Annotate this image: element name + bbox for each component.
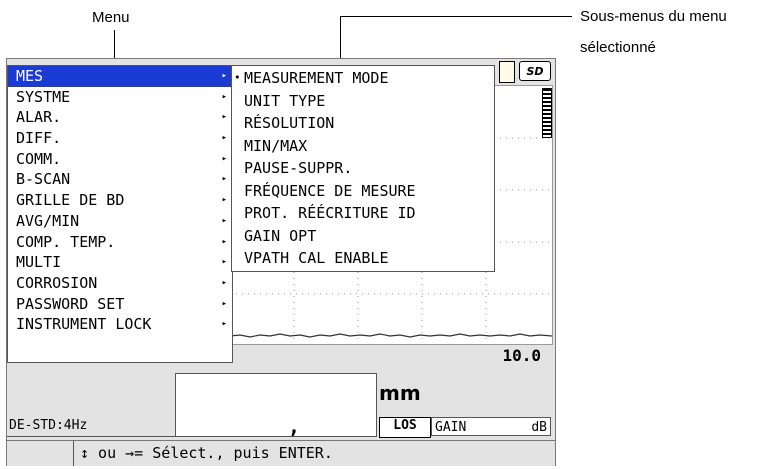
- chevron-right-icon: ▸: [221, 174, 227, 185]
- menu-item-label: SYSTME: [16, 87, 71, 106]
- sd-card-icon: SD: [519, 61, 551, 81]
- probe-label: DE-STD:4Hz: [9, 418, 88, 433]
- battery-icon: [542, 88, 552, 138]
- chevron-right-icon: ▸: [221, 71, 227, 81]
- menu-callout-line-v1: [114, 30, 115, 54]
- menu-item-avg-min[interactable]: AVG/MIN ▸: [8, 211, 232, 232]
- chevron-right-icon: ▸: [221, 277, 227, 288]
- status-icons: SD: [499, 61, 551, 83]
- menu-item-label: ALAR.: [16, 108, 62, 127]
- status-indicator: [499, 61, 515, 83]
- menu-item-instrument-lock[interactable]: INSTRUMENT LOCK ▸: [8, 314, 232, 335]
- menu-item-systme[interactable]: SYSTME ▸: [8, 87, 232, 108]
- submenu-callout-line-v: [340, 16, 341, 64]
- submenu-item-pause-suppr[interactable]: PAUSE-SUPPR.: [232, 157, 494, 180]
- menu-item-b-scan[interactable]: B-SCAN ▸: [8, 169, 232, 190]
- help-bar: ↕ ou →= Sélect., puis ENTER.: [7, 440, 555, 466]
- sub-menu: • MEASUREMENT MODE UNIT TYPE RÉSOLUTION M…: [231, 65, 495, 272]
- chevron-right-icon: ▸: [221, 319, 227, 330]
- chevron-right-icon: ▸: [221, 91, 227, 102]
- menu-item-label: GRILLE DE BD: [16, 191, 125, 210]
- range-value: 10.0: [502, 346, 541, 365]
- submenu-item-label: GAIN OPT: [244, 226, 317, 245]
- chevron-right-icon: ▸: [221, 236, 227, 247]
- menu-item-multi[interactable]: MULTI ▸: [8, 252, 232, 273]
- menu-item-label: COMP. TEMP.: [16, 232, 116, 251]
- chevron-right-icon: ▸: [221, 257, 227, 268]
- menu-item-mes[interactable]: MES ▸: [8, 66, 232, 87]
- submenu-item-vpath-cal-enable[interactable]: VPATH CAL ENABLE: [232, 247, 494, 270]
- submenu-item-frequence-de-mesure[interactable]: FRÉQUENCE DE MESURE: [232, 180, 494, 203]
- chevron-right-icon: ▸: [221, 195, 227, 206]
- menu-item-grille-de-bd[interactable]: GRILLE DE BD ▸: [8, 190, 232, 211]
- submenu-callout-label-1: Sous-menus du menu: [580, 8, 727, 25]
- submenu-item-label: VPATH CAL ENABLE: [244, 249, 389, 267]
- submenu-item-label: RÉSOLUTION: [244, 114, 335, 132]
- unit-label: mm: [379, 381, 421, 405]
- menu-item-diff[interactable]: DIFF. ▸: [8, 128, 232, 149]
- menu-item-label: B-SCAN: [16, 170, 71, 189]
- submenu-item-label: MEASUREMENT MODE: [244, 69, 389, 87]
- submenu-item-gain-opt[interactable]: GAIN OPT: [232, 225, 494, 248]
- menu-item-label: CORROSION: [16, 273, 98, 292]
- menu-item-corrosion[interactable]: CORROSION ▸: [8, 273, 232, 294]
- menu-item-label: COMM.: [16, 149, 62, 168]
- menu-item-comp-temp[interactable]: COMP. TEMP. ▸: [8, 232, 232, 253]
- submenu-item-label: FRÉQUENCE DE MESURE: [244, 181, 416, 200]
- chevron-right-icon: ▸: [221, 112, 227, 123]
- submenu-item-resolution[interactable]: RÉSOLUTION: [232, 112, 494, 135]
- menu-item-label: AVG/MIN: [16, 211, 80, 230]
- menu-item-comm[interactable]: COMM. ▸: [8, 149, 232, 170]
- help-text: ↕ ou →= Sélect., puis ENTER.: [73, 441, 333, 466]
- menu-item-label: MULTI: [16, 253, 62, 272]
- gain-field: GAIN dB: [431, 417, 551, 436]
- chevron-right-icon: ▸: [221, 298, 227, 309]
- menu-item-label: MES: [16, 67, 44, 85]
- instrument-screen: SD 10.0 MES ▸ SYSTME ▸ ALAR. ▸ DIFF. ▸ COMM.…: [6, 58, 556, 466]
- submenu-callout-label-2: sélectionné: [580, 39, 656, 56]
- menu-item-label: PASSWORD SET: [16, 294, 125, 313]
- current-bullet-icon: •: [234, 71, 241, 84]
- status-bar: DE-STD:4Hz LOS GAIN dB: [7, 416, 555, 438]
- chevron-right-icon: ▸: [221, 215, 227, 226]
- main-menu: MES ▸ SYSTME ▸ ALAR. ▸ DIFF. ▸ COMM. ▸ B-SCAN…: [7, 65, 233, 363]
- submenu-item-label: UNIT TYPE: [244, 91, 326, 110]
- submenu-callout-line-h: [340, 16, 572, 17]
- submenu-item-label: PROT. RÉÉCRITURE ID: [244, 204, 416, 222]
- menu-item-label: DIFF.: [16, 129, 62, 148]
- submenu-item-measurement-mode[interactable]: • MEASUREMENT MODE: [232, 67, 494, 90]
- gain-label: GAIN: [435, 420, 467, 435]
- gain-unit: dB: [531, 420, 547, 435]
- submenu-item-label: PAUSE-SUPPR.: [244, 159, 353, 177]
- submenu-item-unit-type[interactable]: UNIT TYPE: [232, 90, 494, 113]
- menu-item-password-set[interactable]: PASSWORD SET ▸: [8, 294, 232, 315]
- los-badge: LOS: [379, 417, 431, 438]
- waveform-trace: [230, 333, 552, 338]
- menu-item-alar[interactable]: ALAR. ▸: [8, 107, 232, 128]
- submenu-item-min-max[interactable]: MIN/MAX: [232, 135, 494, 158]
- chevron-right-icon: ▸: [221, 153, 227, 164]
- submenu-item-label: MIN/MAX: [244, 136, 308, 155]
- menu-callout-label: Menu: [92, 9, 130, 26]
- menu-item-label: INSTRUMENT LOCK: [16, 315, 152, 334]
- divider: [7, 436, 175, 437]
- chevron-right-icon: ▸: [221, 133, 227, 144]
- submenu-item-prot-reecriture-id[interactable]: PROT. RÉÉCRITURE ID: [232, 202, 494, 225]
